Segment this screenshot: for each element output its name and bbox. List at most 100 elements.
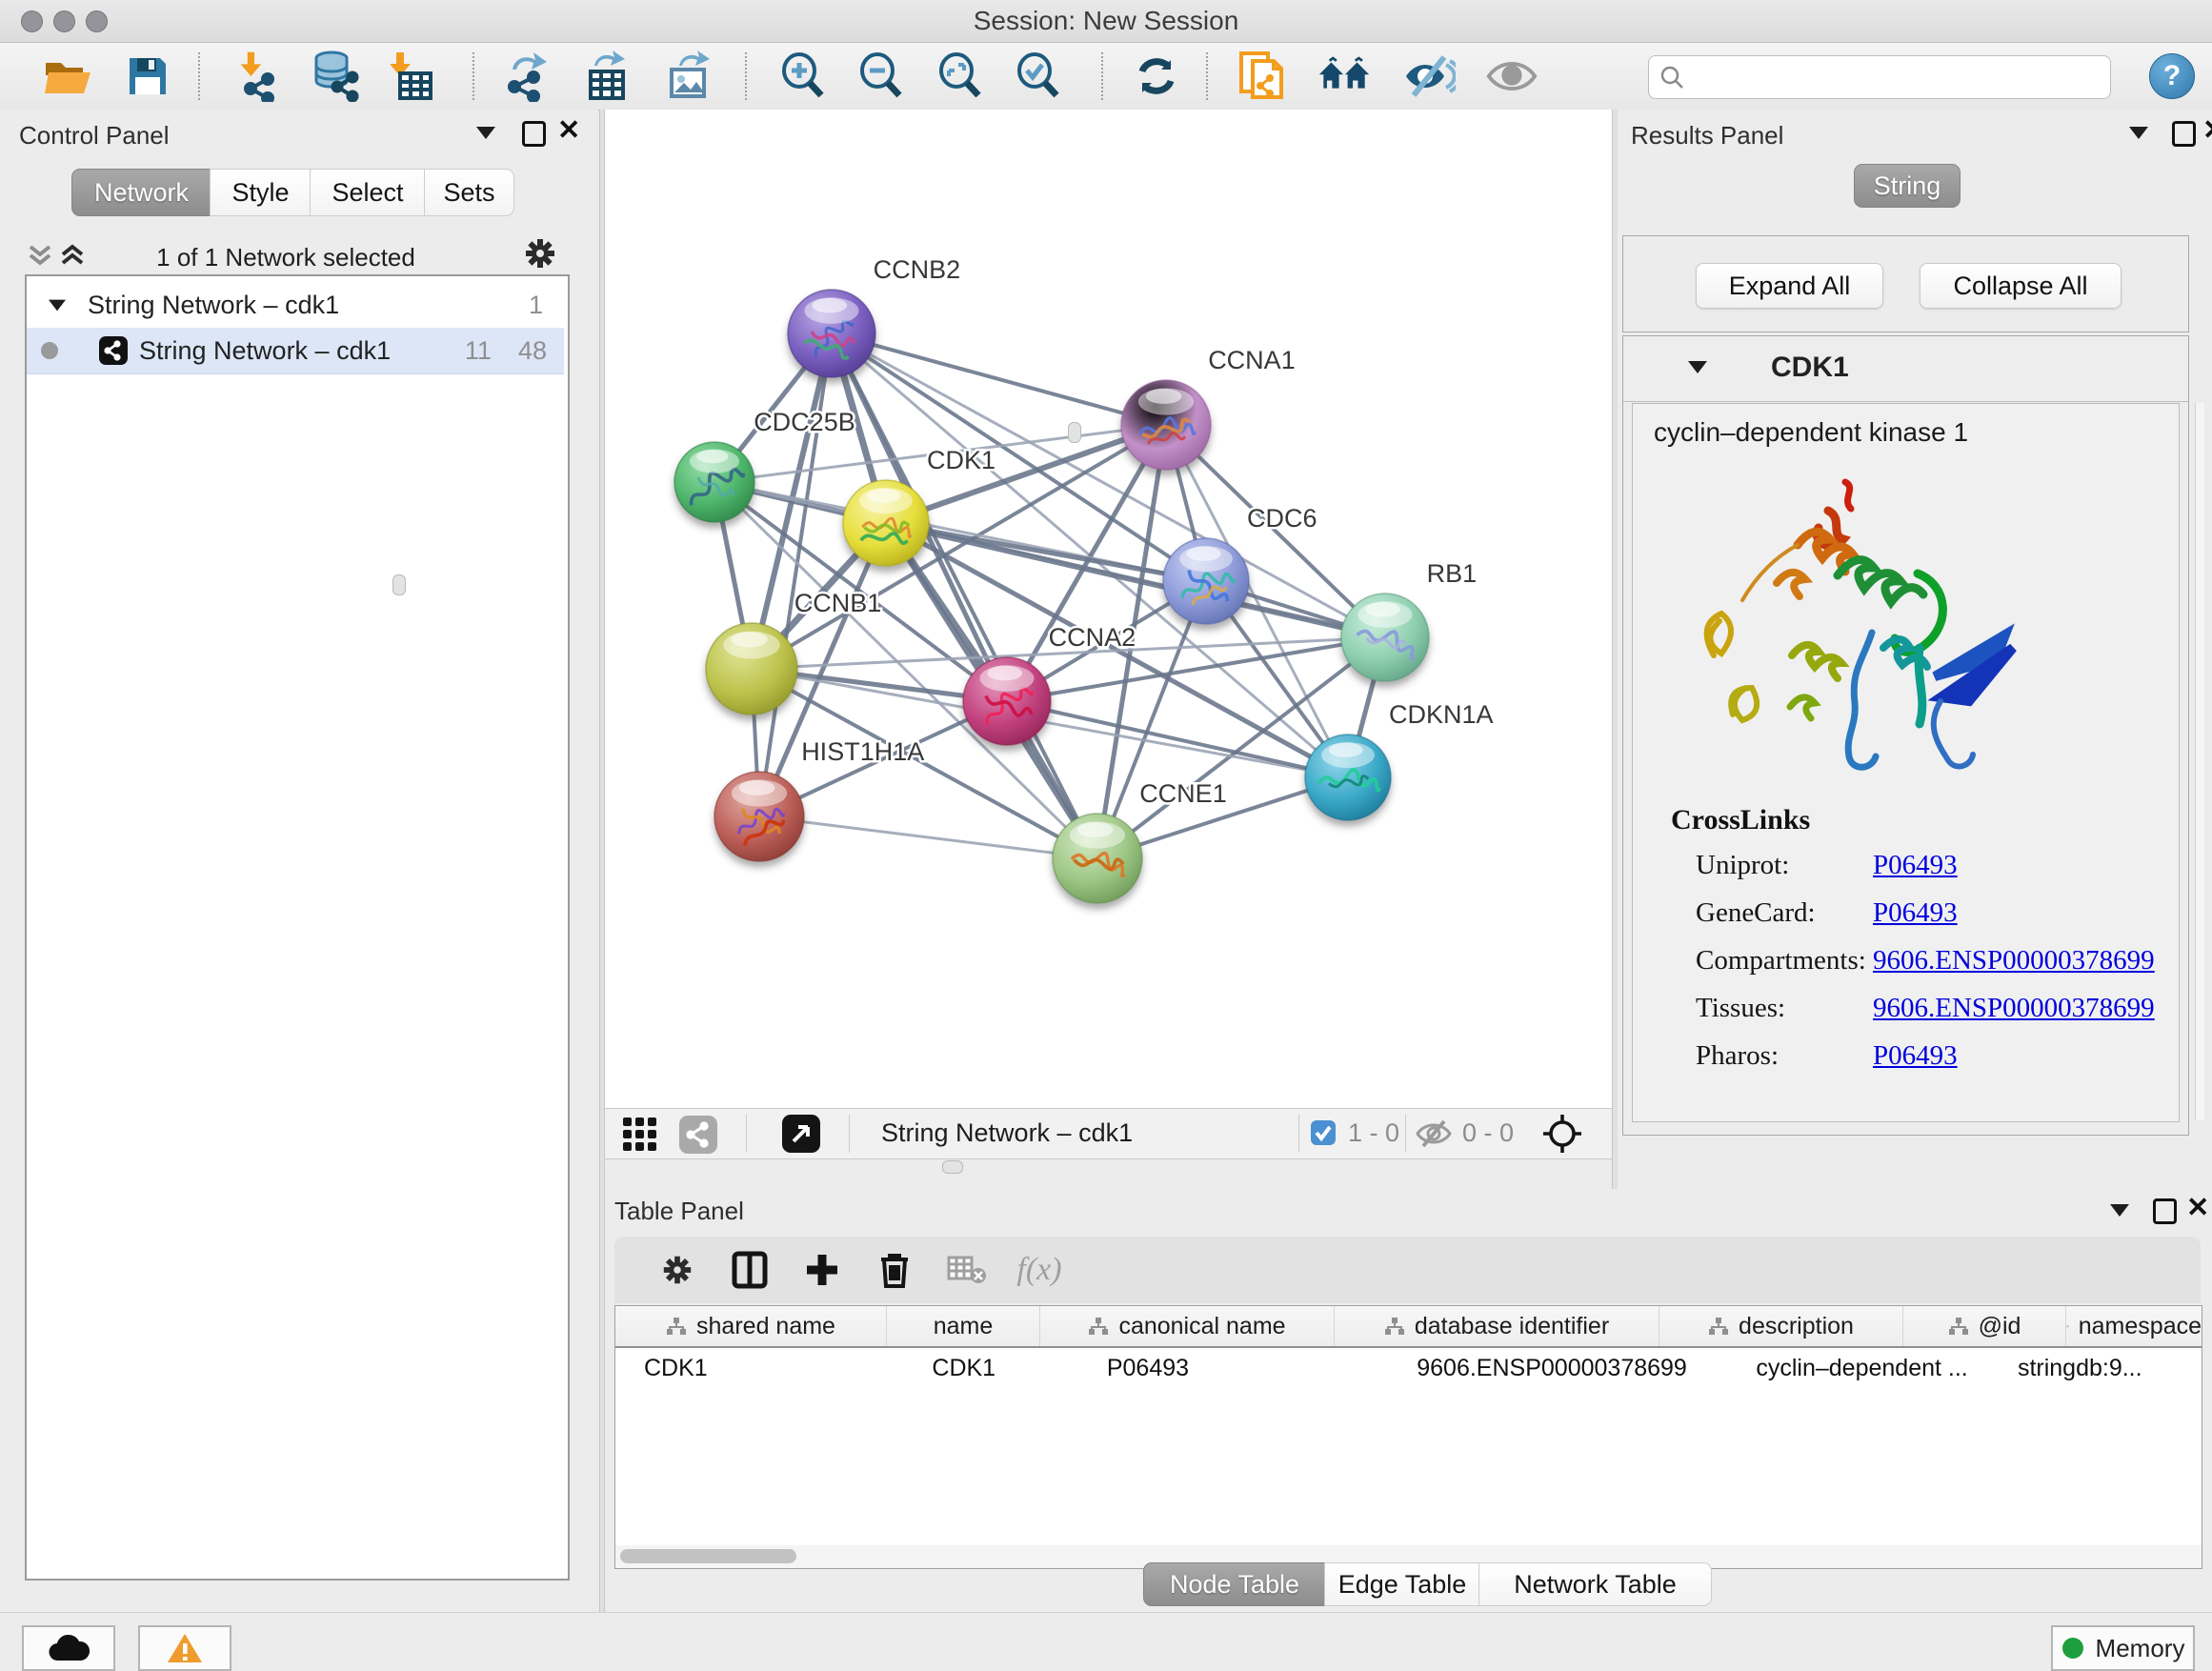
panel-menu-icon[interactable]	[476, 127, 495, 139]
fit-content-icon[interactable]	[934, 50, 987, 102]
network-collection-row[interactable]: String Network – cdk1 1	[27, 282, 564, 328]
column-header[interactable]: shared name	[615, 1306, 887, 1346]
birdseye-toggle-icon[interactable]	[782, 1115, 820, 1153]
delete-column-icon[interactable]	[858, 1241, 931, 1299]
refresh-view-icon[interactable]	[1130, 50, 1183, 102]
search-input[interactable]	[1695, 62, 2110, 93]
scrollbar-thumb[interactable]	[620, 1549, 796, 1563]
cell-canonical-name[interactable]: P06493	[1078, 1348, 1388, 1388]
close-panel-icon[interactable]: ✕	[2186, 1197, 2209, 1219]
float-panel-icon[interactable]	[2172, 121, 2196, 147]
network-view-canvas[interactable]: CCNB2CCNA1CDC25BCDK1CDC6RB1CCNB1CCNA2CDK…	[603, 110, 1612, 1108]
gene-description: cyclin–dependent kinase 1	[1654, 417, 1968, 448]
vertical-splitter[interactable]	[599, 110, 605, 1612]
gear-icon[interactable]	[522, 235, 558, 272]
collapse-gene-icon[interactable]	[1688, 361, 1707, 373]
grid-view-icon[interactable]	[621, 1116, 659, 1152]
gene-section-header[interactable]: CDK1	[1623, 336, 2188, 402]
expand-all-icon[interactable]	[59, 241, 86, 270]
zoom-in-icon[interactable]	[776, 50, 830, 102]
clone-network-icon[interactable]	[1236, 50, 1289, 102]
string-home-icon[interactable]	[1317, 50, 1371, 102]
toggle-enhanced-labels-icon[interactable]	[1402, 50, 1456, 102]
export-image-icon[interactable]	[661, 50, 714, 102]
panel-menu-icon[interactable]	[2110, 1204, 2129, 1217]
tab-node-table[interactable]: Node Table	[1143, 1562, 1326, 1606]
panel-menu-icon[interactable]	[2129, 127, 2148, 139]
fit-selected-crosshair-icon[interactable]	[1541, 1113, 1583, 1155]
crosslink-link[interactable]: P06493	[1873, 1040, 1958, 1072]
open-session-icon[interactable]	[42, 50, 95, 102]
edge-count: 48	[518, 336, 547, 366]
column-header[interactable]: canonical name	[1040, 1306, 1335, 1346]
tab-string[interactable]: String	[1854, 164, 1961, 208]
column-header[interactable]: database identifier	[1335, 1306, 1659, 1346]
cloud-button[interactable]	[22, 1625, 115, 1671]
warning-button[interactable]	[138, 1625, 231, 1671]
crosslinks-title: CrossLinks	[1671, 804, 1810, 836]
hidden-eye-icon[interactable]	[1415, 1119, 1453, 1148]
gear-icon[interactable]	[641, 1241, 714, 1299]
crosslink-link[interactable]: P06493	[1873, 897, 1958, 929]
cell-namespace[interactable]: stringdb	[2173, 1348, 2202, 1388]
crosslink-link[interactable]: 9606.ENSP00000378699	[1873, 993, 2155, 1024]
help-button[interactable]: ?	[2149, 53, 2195, 99]
table-row[interactable]: CDK1 CDK1 P06493 9606.ENSP00000378699 cy…	[615, 1348, 2202, 1388]
column-header[interactable]: namespace	[2066, 1306, 2202, 1346]
export-table-icon[interactable]	[578, 50, 632, 102]
selected-checkbox-icon[interactable]	[1310, 1119, 1337, 1146]
string-view-icon[interactable]	[679, 1116, 717, 1154]
close-panel-icon[interactable]: ✕	[2202, 119, 2212, 142]
column-header[interactable]: @id	[1903, 1306, 2066, 1346]
float-panel-icon[interactable]	[2153, 1198, 2177, 1224]
function-builder-icon: f(x)	[1003, 1241, 1076, 1299]
cell-name[interactable]: CDK1	[903, 1348, 1077, 1388]
splitter-handle[interactable]	[942, 1160, 963, 1174]
splitter-handle[interactable]	[1068, 422, 1081, 443]
show-columns-icon[interactable]	[714, 1241, 786, 1299]
cell-shared-name[interactable]: CDK1	[615, 1348, 903, 1388]
search-box[interactable]	[1648, 55, 2111, 99]
cell-id[interactable]: stringdb:9...	[1989, 1348, 2173, 1388]
tab-select[interactable]: Select	[310, 169, 426, 216]
network-node-RB1	[1341, 594, 1429, 681]
memory-button[interactable]: Memory	[2051, 1625, 2195, 1671]
float-panel-icon[interactable]	[522, 121, 546, 147]
tree-expander-icon[interactable]	[49, 299, 66, 311]
cell-database-identifier[interactable]: 9606.ENSP00000378699	[1388, 1348, 1727, 1388]
string-network-icon	[99, 336, 128, 365]
export-network-icon[interactable]	[498, 50, 552, 102]
tab-sets[interactable]: Sets	[424, 169, 514, 216]
svg-text:RB1: RB1	[1427, 559, 1478, 588]
network-node-CCNA1	[1121, 380, 1211, 470]
collapse-all-button[interactable]: Collapse All	[1920, 263, 2122, 309]
splitter-handle[interactable]	[392, 574, 406, 595]
tab-network[interactable]: Network	[71, 169, 211, 216]
tab-edge-table[interactable]: Edge Table	[1324, 1562, 1480, 1606]
collapse-all-icon[interactable]	[27, 241, 53, 270]
import-table-from-file-icon[interactable]	[384, 50, 437, 102]
import-network-from-database-icon[interactable]	[309, 50, 362, 102]
results-scrollbar[interactable]	[2195, 403, 2204, 1120]
add-column-icon[interactable]	[786, 1241, 858, 1299]
column-header[interactable]: name	[887, 1306, 1040, 1346]
expand-all-button[interactable]: Expand All	[1696, 263, 1883, 309]
zoom-out-icon[interactable]	[855, 50, 908, 102]
network-node-CDC25B	[674, 442, 754, 522]
crosslink-label: Compartments:	[1696, 945, 1866, 976]
save-session-icon[interactable]	[121, 50, 174, 102]
title-bar: Session: New Session	[0, 0, 2212, 43]
network-row-selected[interactable]: String Network – cdk1 11 48	[27, 328, 564, 374]
column-header[interactable]: description	[1659, 1306, 1903, 1346]
close-panel-icon[interactable]: ✕	[557, 119, 580, 142]
crosslink-link[interactable]: 9606.ENSP00000378699	[1873, 945, 2155, 976]
cell-description[interactable]: cyclin–dependent ...	[1727, 1348, 1989, 1388]
tab-network-table[interactable]: Network Table	[1478, 1562, 1712, 1606]
vertical-splitter[interactable]	[1612, 110, 1618, 1189]
node-table[interactable]: shared name name canonical name database…	[614, 1305, 2202, 1547]
zoom-selected-icon[interactable]	[1012, 50, 1065, 102]
crosslink-link[interactable]: P06493	[1873, 850, 1958, 881]
import-network-from-file-icon[interactable]	[229, 50, 282, 102]
tab-style[interactable]: Style	[210, 169, 312, 216]
svg-text:CDK1: CDK1	[927, 446, 995, 474]
